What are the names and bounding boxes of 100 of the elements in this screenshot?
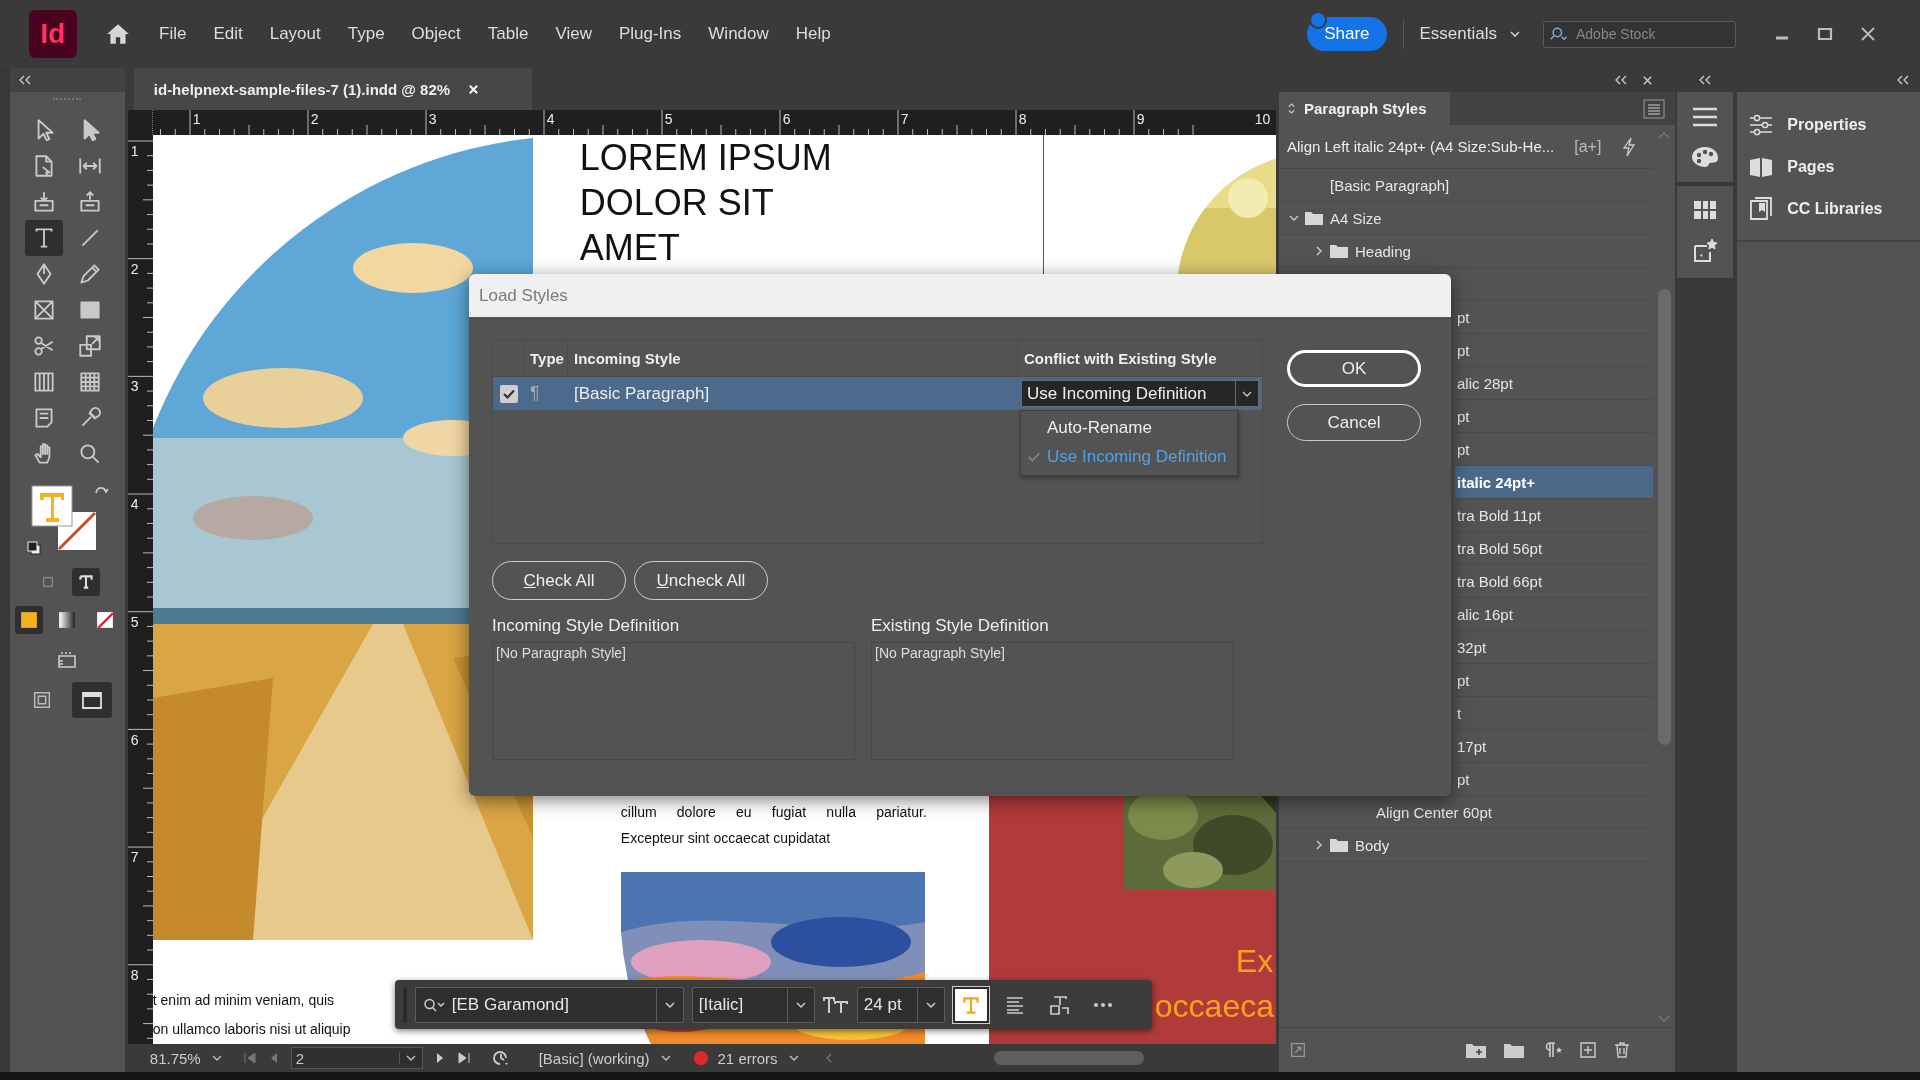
style-item[interactable]: italic 24pt+ — [1455, 466, 1654, 499]
style-group[interactable]: A4 Size — [1279, 202, 1654, 235]
zoom-level[interactable]: 81.75% — [149, 1049, 201, 1067]
trash-icon[interactable] — [1613, 1041, 1632, 1059]
chevron-down-icon[interactable] — [787, 1052, 800, 1064]
document-tab[interactable]: id-helpnext-sample-files-7 (1).indd @ 82% — [133, 68, 532, 110]
menu-item[interactable]: Window — [708, 24, 769, 44]
conflict-dropdown[interactable]: Use Incoming Definition — [1021, 380, 1259, 407]
preflight-profile[interactable]: [Basic] (working) — [538, 1049, 650, 1067]
font-size-icon — [822, 994, 849, 1015]
scroll-thumb[interactable] — [1657, 289, 1671, 745]
ruler-number: 1 — [192, 111, 201, 127]
collapse-icon[interactable] — [1896, 75, 1910, 85]
style-item[interactable]: tra Bold 66pt — [1455, 565, 1654, 598]
folder-icon — [1329, 243, 1349, 259]
tool-button[interactable] — [25, 220, 64, 256]
palette-icon[interactable] — [1691, 146, 1720, 168]
last-page-icon[interactable] — [456, 1051, 471, 1065]
menu-option[interactable]: Auto-Rename — [1021, 413, 1237, 442]
panel-button[interactable]: Pages — [1737, 146, 1920, 188]
body-text: cillum dolore eu fugiat nulla pariatur. — [620, 803, 927, 822]
load-styles-icon[interactable] — [1289, 1041, 1307, 1059]
menu-item[interactable]: Type — [347, 24, 385, 44]
style-item[interactable]: alic 28pt — [1455, 367, 1654, 400]
ruler-number: 7 — [130, 849, 139, 866]
panel-button[interactable]: CC Libraries — [1737, 188, 1920, 230]
workspace-switcher[interactable]: Essentials — [1419, 24, 1521, 44]
style-item[interactable]: tra Bold 11pt — [1455, 499, 1654, 532]
share-button[interactable]: Share — [1307, 17, 1387, 51]
none-swatch-icon — [96, 611, 115, 629]
collapse-icon[interactable] — [1698, 75, 1713, 85]
chevron-down-icon[interactable] — [210, 1052, 223, 1064]
search-icon — [421, 996, 448, 1013]
close-icon[interactable] — [1642, 74, 1654, 86]
font-size-field[interactable]: 24 pt — [856, 986, 945, 1023]
body-text: t enim ad minim veniam, quis — [152, 991, 336, 1010]
panel-tab[interactable]: Paragraph Styles — [1279, 92, 1450, 125]
style-item[interactable]: pt — [1455, 763, 1654, 796]
error-count[interactable]: 21 errors — [717, 1049, 778, 1067]
style-item[interactable]: pt — [1455, 301, 1654, 334]
style-group[interactable]: Heading — [1279, 235, 1654, 268]
default-colors-icon[interactable] — [26, 540, 43, 556]
menu-item[interactable]: Plug-Ins — [618, 24, 682, 44]
first-page-icon[interactable] — [242, 1051, 257, 1065]
menu-item[interactable]: Help — [795, 24, 831, 44]
font-field[interactable]: [EB Garamond] — [414, 986, 684, 1023]
style-item[interactable]: alic 16pt — [1455, 598, 1654, 631]
dialog-title: Load Styles — [469, 274, 1451, 317]
checkbox[interactable] — [499, 384, 518, 403]
page-heading: LOREM IPSUM — [579, 136, 832, 180]
ruler-number: 1 — [130, 143, 139, 159]
menu-item[interactable]: Layout — [269, 24, 321, 44]
menu-item[interactable]: Object — [411, 24, 461, 44]
collapse-icon[interactable] — [18, 75, 32, 85]
ruler-number: 5 — [664, 111, 673, 127]
horizontal-scrollbar[interactable] — [993, 1051, 1144, 1065]
apply-mode-button[interactable] — [15, 606, 44, 634]
font-style-field[interactable]: [Italic] — [691, 986, 815, 1023]
error-dot — [693, 1051, 708, 1065]
chevron-down-icon[interactable] — [659, 1052, 672, 1064]
page-field[interactable]: 2 — [290, 1047, 423, 1069]
style-item[interactable]: pt — [1455, 334, 1654, 367]
collapse-icon[interactable] — [1614, 75, 1629, 85]
checkmark-icon — [1027, 450, 1041, 464]
toolbar-button[interactable] — [952, 986, 989, 1023]
menu-item[interactable]: Edit — [213, 24, 243, 44]
style-item[interactable]: [Basic Paragraph] — [1279, 169, 1654, 202]
menu-item[interactable]: File — [159, 24, 187, 44]
style-item[interactable]: pt — [1455, 400, 1654, 433]
panel-button[interactable]: Properties — [1737, 104, 1920, 146]
menu-item[interactable]: Table — [487, 24, 529, 44]
panel-menu-icon[interactable] — [1643, 98, 1666, 119]
add-icon[interactable] — [1579, 1041, 1598, 1059]
pages-icon — [1749, 155, 1774, 179]
folder-plus-icon[interactable] — [1465, 1041, 1488, 1059]
preflight-icon[interactable] — [490, 1048, 511, 1068]
ok-button[interactable]: OK — [1287, 350, 1421, 387]
ruler-number: 3 — [130, 378, 139, 395]
style-item[interactable]: pt — [1455, 664, 1654, 697]
sliders-icon — [1749, 114, 1774, 136]
style-item[interactable]: 32pt — [1455, 631, 1654, 664]
ruler-number: 10 — [1254, 111, 1271, 127]
star-box-icon[interactable] — [1692, 238, 1719, 264]
lightning-icon[interactable] — [1621, 136, 1638, 157]
new-style-button[interactable]: [a+] — [1574, 137, 1602, 156]
folder-icon — [1329, 837, 1349, 853]
style-item[interactable]: tra Bold 56pt — [1455, 532, 1654, 565]
menu-item[interactable]: View — [555, 24, 592, 44]
align-left-icon — [1004, 994, 1025, 1015]
maximize-icon[interactable] — [1817, 26, 1833, 42]
screen-mode-button[interactable] — [72, 682, 113, 718]
style-item[interactable]: 17pt — [1455, 730, 1654, 763]
menu-icon[interactable] — [1692, 106, 1719, 128]
formatting-toggle[interactable] — [72, 568, 101, 596]
search-field[interactable]: Adobe Stock — [1543, 20, 1736, 48]
close-icon[interactable] — [1860, 26, 1876, 42]
style-group[interactable]: Body — [1279, 829, 1654, 862]
style-item[interactable]: t — [1455, 697, 1654, 730]
folder-icon[interactable] — [1503, 1041, 1526, 1059]
grid-icon[interactable] — [1693, 200, 1718, 220]
